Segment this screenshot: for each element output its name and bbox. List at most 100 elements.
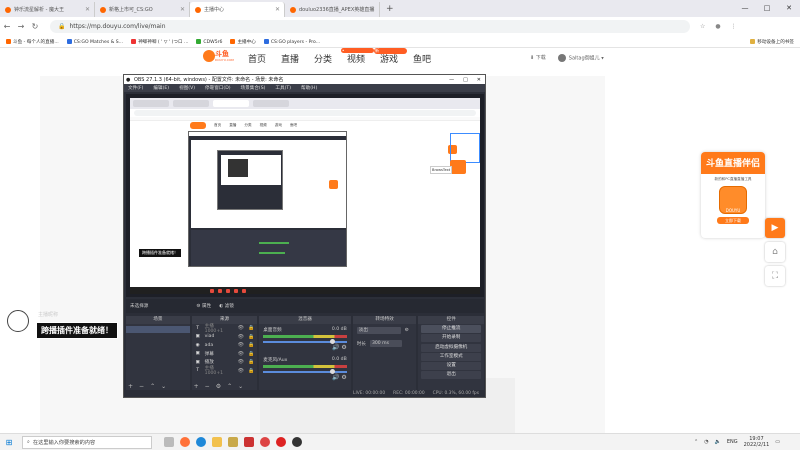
- remove-icon[interactable]: −: [205, 383, 210, 390]
- bookmark-item[interactable]: 主播中心: [230, 38, 256, 45]
- close-tab-icon[interactable]: ✕: [370, 6, 375, 13]
- eye-icon[interactable]: 👁: [238, 359, 244, 365]
- eye-icon[interactable]: 👁: [238, 334, 244, 340]
- remove-icon[interactable]: −: [139, 383, 144, 390]
- close-tab-icon[interactable]: ✕: [275, 6, 280, 13]
- bookmark-item[interactable]: 神唧神唧 ( ' ▽ ' )つロ ...: [131, 38, 188, 45]
- gear-icon[interactable]: ⚙: [341, 344, 346, 351]
- volume-icon[interactable]: 🔈: [715, 439, 721, 445]
- gear-icon[interactable]: ⚙: [216, 383, 221, 390]
- source-row[interactable]: ▣ viad 👁 🔒: [192, 333, 258, 342]
- lock-icon[interactable]: 🔒: [248, 351, 254, 357]
- down-icon[interactable]: ⌄: [238, 383, 243, 390]
- notification-icon[interactable]: ▭: [775, 439, 780, 445]
- menu-edit[interactable]: 编辑(E): [153, 85, 169, 91]
- close-window-button[interactable]: ✕: [778, 0, 800, 17]
- network-icon[interactable]: ◔: [704, 439, 708, 445]
- lock-icon[interactable]: 🔒: [248, 359, 254, 365]
- bookmark-item[interactable]: CDW5r6: [196, 38, 222, 45]
- reload-icon[interactable]: ↻: [28, 22, 42, 31]
- close-tab-icon[interactable]: ✕: [180, 6, 185, 13]
- browser-tab-2[interactable]: 新格上市可_CS:GO ✕: [95, 2, 190, 17]
- forward-icon[interactable]: →: [14, 22, 28, 31]
- app-icon[interactable]: [244, 437, 254, 447]
- browser-tab-1[interactable]: 钟乐流星解析 - 魔大王 ✕: [0, 2, 95, 17]
- add-icon[interactable]: +: [128, 383, 133, 390]
- filters-button[interactable]: ◐ 滤镜: [219, 303, 234, 309]
- lock-icon[interactable]: 🔒: [248, 368, 254, 374]
- menu-scene-collection[interactable]: 场景集合(S): [241, 85, 266, 91]
- fullscreen-side-button[interactable]: ⛶: [765, 266, 785, 286]
- duration-input[interactable]: 300 ms: [369, 340, 402, 347]
- browser-tab-3[interactable]: 主播中心 ✕: [190, 2, 285, 17]
- nav-home[interactable]: 首页: [248, 52, 281, 65]
- start-recording-button[interactable]: 开始录制: [421, 334, 482, 343]
- star-icon[interactable]: ☆: [700, 23, 705, 30]
- close-window-button[interactable]: ✕: [477, 77, 481, 83]
- slider-knob[interactable]: [329, 339, 335, 344]
- lock-icon[interactable]: 🔒: [248, 325, 254, 331]
- obs-preview[interactable]: 首页 直播 分类 视频 游戏 鱼吧 BrowsText 跨播插件准备就绪！: [126, 94, 484, 297]
- volume-slider[interactable]: [263, 339, 347, 344]
- companion-promo-card[interactable]: 斗鱼直播伴侣 新的和PC直播直播工具 DOUYU 立即下载: [701, 152, 765, 238]
- bookmark-item[interactable]: CS:GO Matches & S...: [66, 38, 123, 45]
- speaker-icon[interactable]: 🔊: [332, 344, 339, 351]
- eye-icon[interactable]: 👁: [238, 325, 244, 331]
- tray-chevron-icon[interactable]: ⌃: [694, 439, 698, 445]
- profile-icon[interactable]: ●: [715, 23, 720, 30]
- play-side-button[interactable]: ▶: [765, 218, 785, 238]
- netease-music-icon[interactable]: [276, 437, 286, 447]
- nav-video[interactable]: 视频 •: [341, 48, 380, 65]
- nav-live[interactable]: 直播: [281, 52, 314, 65]
- menu-file[interactable]: 文件(F): [128, 85, 143, 91]
- input-language[interactable]: ENG: [727, 439, 738, 445]
- taskbar-search[interactable]: ⌕ 在这里输入你要搜索的内容: [22, 435, 152, 449]
- exit-button[interactable]: 退出: [421, 371, 482, 380]
- gear-icon[interactable]: ⚙: [341, 374, 346, 381]
- menu-tools[interactable]: 工具(T): [275, 85, 291, 91]
- source-row[interactable]: T 主播 1000+1 👁 🔒: [192, 366, 258, 376]
- app-icon[interactable]: [228, 437, 238, 447]
- transition-select[interactable]: 淡出: [356, 327, 401, 334]
- user-menu[interactable]: Saltag御姐儿 ▾: [557, 54, 604, 62]
- maximize-button[interactable]: □: [756, 0, 778, 17]
- close-tab-icon[interactable]: ✕: [85, 6, 90, 13]
- douyu-logo[interactable]: 斗鱼 DOUYU.COM: [203, 49, 234, 66]
- lock-icon[interactable]: 🔒: [248, 334, 254, 340]
- new-tab-button[interactable]: +: [386, 2, 394, 17]
- home-side-button[interactable]: ⌂: [765, 242, 785, 262]
- source-row[interactable]: ◉ ada 👁 🔒: [192, 341, 258, 350]
- eye-icon[interactable]: 👁: [238, 342, 244, 348]
- nav-games[interactable]: 游戏新: [374, 48, 413, 65]
- clock[interactable]: 19:07 2022/2/11: [744, 436, 770, 448]
- slider-knob[interactable]: [329, 369, 335, 374]
- bookmark-item[interactable]: CS:GO players - Pro...: [263, 38, 320, 45]
- nav-fishbar[interactable]: 鱼吧: [413, 52, 446, 65]
- minimize-button[interactable]: —: [449, 77, 454, 83]
- studio-mode-button[interactable]: 工作室模式: [421, 352, 482, 361]
- speaker-icon[interactable]: 🔊: [332, 374, 339, 381]
- up-icon[interactable]: ⌃: [227, 383, 232, 390]
- windows-start-icon[interactable]: ⊞: [0, 438, 18, 447]
- more-menu-icon[interactable]: ⋮: [731, 23, 737, 30]
- stop-streaming-button[interactable]: 停止推流: [421, 325, 482, 334]
- eye-icon[interactable]: 👁: [238, 351, 244, 357]
- gear-icon[interactable]: ⚙: [405, 328, 409, 333]
- bookmark-item[interactable]: 斗鱼 - 每个人的直播...: [6, 38, 59, 45]
- browser-tab-4[interactable]: douluo2336直播_APEX英雄直播 ✕: [285, 2, 380, 17]
- add-icon[interactable]: +: [194, 383, 199, 390]
- menu-docks[interactable]: 停靠窗口(D): [205, 85, 231, 91]
- url-field[interactable]: 🔒 https://mp.douyu.com/live/main: [50, 20, 690, 33]
- up-icon[interactable]: ⌃: [150, 383, 155, 390]
- download-link[interactable]: ⬇ 下载: [530, 54, 546, 62]
- firefox-icon[interactable]: [180, 437, 190, 447]
- obs-icon[interactable]: [292, 437, 302, 447]
- properties-button[interactable]: ⚙ 属性: [196, 303, 211, 309]
- obs-titlebar[interactable]: ● OBS 27.1.3 (64-bit, windows) - 配置文件: 未…: [124, 75, 485, 84]
- explorer-icon[interactable]: [212, 437, 222, 447]
- app-icon[interactable]: [260, 437, 270, 447]
- eye-icon[interactable]: 👁: [238, 368, 244, 374]
- maximize-button[interactable]: □: [463, 77, 468, 83]
- back-icon[interactable]: ←: [0, 22, 14, 31]
- virtual-camera-button[interactable]: 启动虚拟摄像机: [421, 343, 482, 352]
